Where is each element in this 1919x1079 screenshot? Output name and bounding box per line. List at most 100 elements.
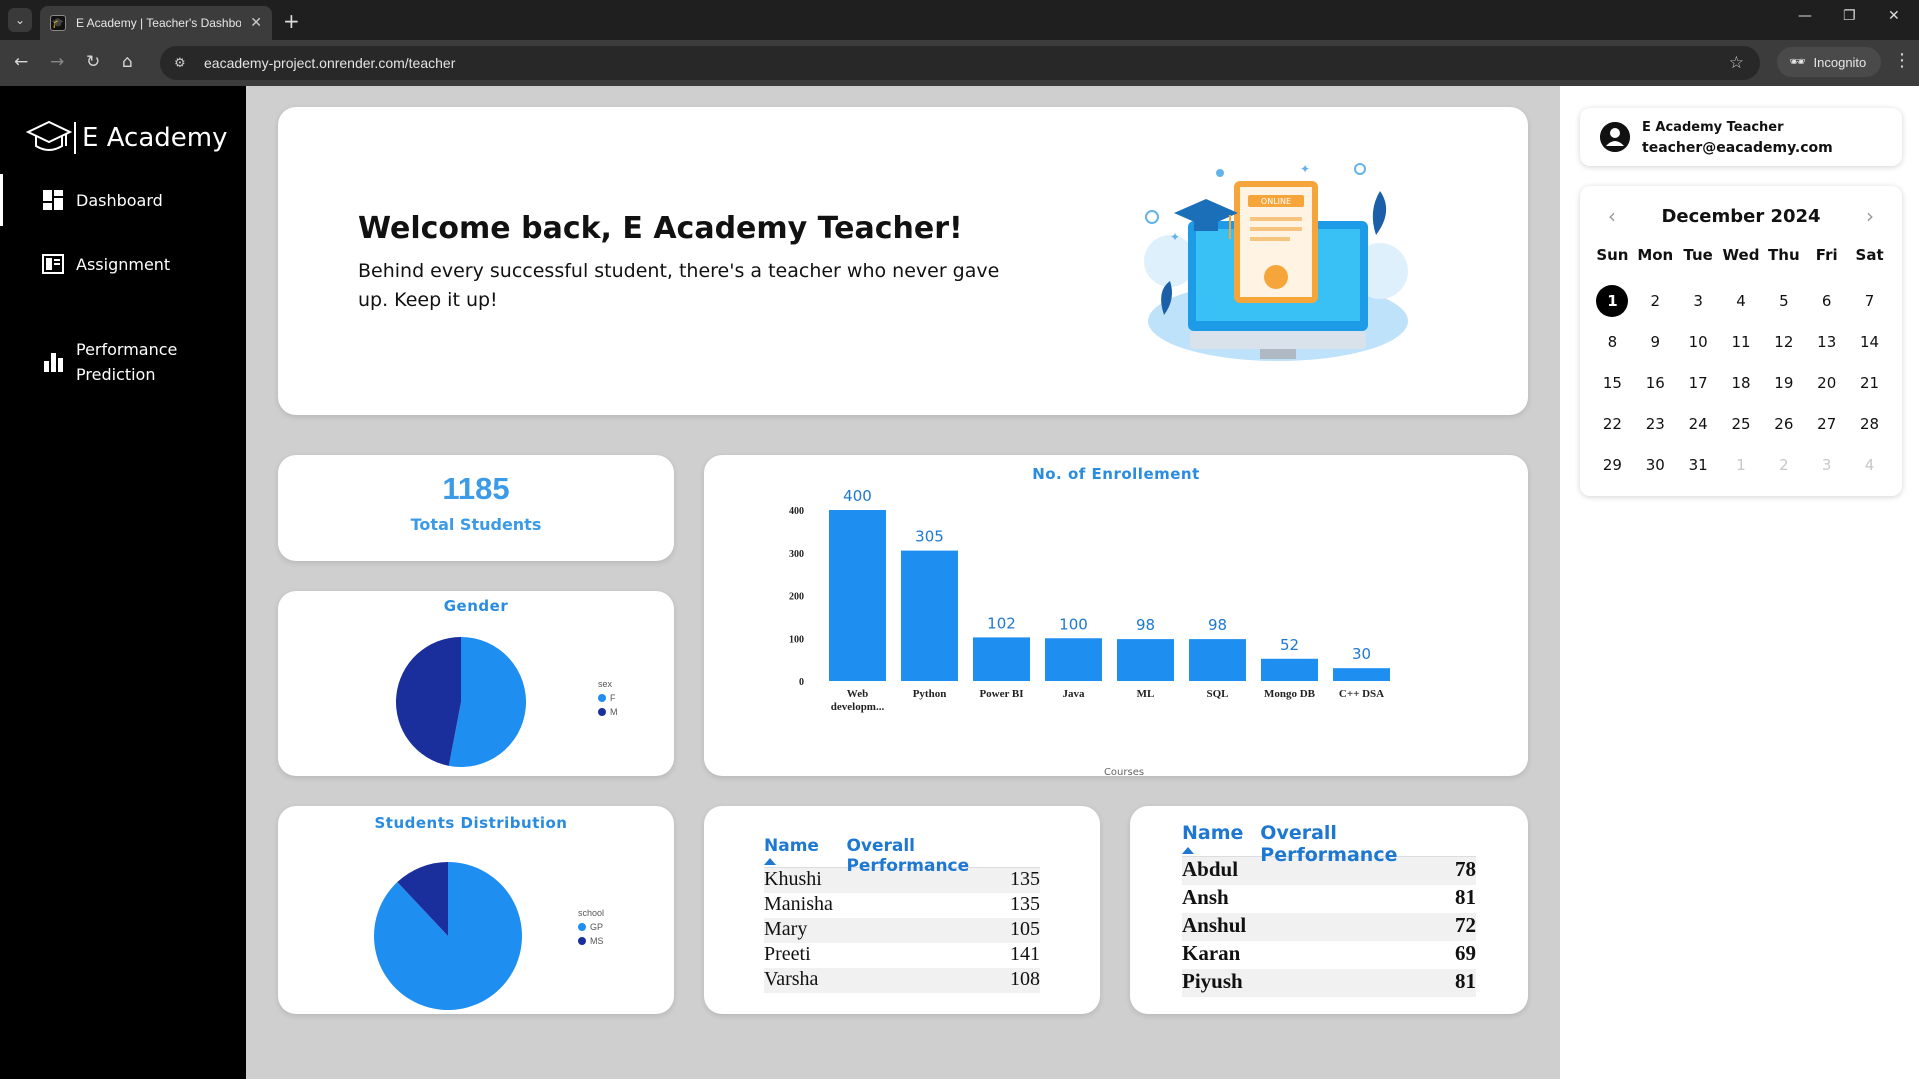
calendar-day[interactable]: 31 <box>1677 444 1720 485</box>
calendar-day[interactable]: 6 <box>1805 280 1848 321</box>
welcome-subtitle: Behind every successful student, there's… <box>358 260 1000 311</box>
cell-name: Preeti <box>764 943 811 965</box>
bar <box>973 637 1030 681</box>
calendar-day[interactable]: 29 <box>1591 444 1634 485</box>
window-close-icon[interactable]: ✕ <box>1888 8 1900 24</box>
forward-icon[interactable]: → <box>50 52 64 72</box>
cell-name: Varsha <box>764 968 819 990</box>
profile-card[interactable]: E Academy Teacher teacher@eacademy.com <box>1580 108 1902 166</box>
table-body: Abdul 78 Ansh 81 Anshul 72 Karan 69 Piyush 81 <box>1182 856 1476 997</box>
calendar-day[interactable]: 27 <box>1805 403 1848 444</box>
calendar-day-next-month[interactable]: 3 <box>1805 444 1848 485</box>
calendar-day[interactable]: 21 <box>1848 362 1891 403</box>
calendar-day[interactable]: 19 <box>1762 362 1805 403</box>
calendar-day[interactable]: 3 <box>1677 280 1720 321</box>
restore-icon[interactable]: ❐ <box>1843 8 1856 24</box>
x-tick-label: Mongo DB <box>1264 688 1316 700</box>
x-tick-label: developm... <box>831 701 885 713</box>
browser-tabbar: ⌄ 🎓 E Academy | Teacher's Dashboard ✕ + … <box>0 0 1919 40</box>
legend-dot <box>598 694 606 702</box>
column-header-name[interactable]: Name <box>764 836 846 860</box>
url-text[interactable]: eacademy-project.onrender.com/teacher <box>204 55 455 71</box>
legend-label: MS <box>590 936 604 946</box>
profile-name: E Academy Teacher <box>1642 120 1784 135</box>
home-icon[interactable]: ⌂ <box>122 52 133 72</box>
cell-score: 81 <box>1455 885 1476 909</box>
right-panel: E Academy Teacher teacher@eacademy.com ‹… <box>1560 86 1919 1079</box>
reload-icon[interactable]: ↻ <box>86 52 100 72</box>
table-row: Ansh 81 <box>1182 885 1476 913</box>
cell-score: 69 <box>1455 941 1476 965</box>
total-students-label: Total Students <box>410 515 542 534</box>
brand-logo[interactable]: E Academy <box>26 118 227 158</box>
browser-menu-icon[interactable]: ⋮ <box>1893 50 1911 71</box>
sidebar-item-assignment[interactable]: Assignment <box>0 242 246 286</box>
calendar-day[interactable]: 2 <box>1634 280 1677 321</box>
address-bar[interactable]: ⚙ eacademy-project.onrender.com/teacher … <box>160 46 1760 80</box>
bar-chart-icon <box>44 353 63 372</box>
cell-name: Ansh <box>1182 885 1229 909</box>
calendar-day[interactable]: 17 <box>1677 362 1720 403</box>
calendar-day[interactable]: 14 <box>1848 321 1891 362</box>
tab-search-chevron-icon[interactable]: ⌄ <box>8 8 32 32</box>
legend-dot <box>598 708 606 716</box>
distribution-legend: school GP MS <box>578 908 604 946</box>
calendar-day[interactable]: 20 <box>1805 362 1848 403</box>
column-header-performance[interactable]: Overall Performance <box>846 836 1040 876</box>
calendar-day[interactable]: 22 <box>1591 403 1634 444</box>
calendar-day[interactable]: 16 <box>1634 362 1677 403</box>
sidebar-item-dashboard[interactable]: Dashboard <box>0 174 246 226</box>
cell-score: 78 <box>1455 857 1476 881</box>
performance-table-2-card: Name Overall Performance Abdul 78 Ansh 81 … <box>1130 806 1528 1014</box>
cell-score: 72 <box>1455 913 1476 937</box>
calendar-day[interactable]: 7 <box>1848 280 1891 321</box>
calendar-day[interactable]: 11 <box>1720 321 1763 362</box>
calendar-day[interactable]: 24 <box>1677 403 1720 444</box>
cell-score: 135 <box>1010 868 1040 890</box>
calendar-day[interactable]: 4 <box>1720 280 1763 321</box>
bar-value-label: 52 <box>1280 636 1299 654</box>
svg-text:✦: ✦ <box>1300 162 1310 176</box>
incognito-badge[interactable]: 🕶 Incognito <box>1777 47 1881 77</box>
gender-legend-title: sex <box>598 679 613 689</box>
bar <box>1117 639 1174 681</box>
column-header-performance[interactable]: Overall Performance <box>1260 822 1476 866</box>
back-icon[interactable]: ← <box>14 52 28 72</box>
dashboard-icon <box>43 190 63 210</box>
calendar-day[interactable]: 28 <box>1848 403 1891 444</box>
minimize-icon[interactable]: — <box>1798 8 1812 24</box>
calendar-day[interactable]: 12 <box>1762 321 1805 362</box>
site-info-icon[interactable]: ⚙ <box>174 56 194 71</box>
sidebar-item-performance-prediction[interactable]: Performance Prediction <box>0 336 246 388</box>
calendar-day-next-month[interactable]: 4 <box>1848 444 1891 485</box>
calendar-day[interactable]: 5 <box>1762 280 1805 321</box>
calendar-day[interactable]: 18 <box>1720 362 1763 403</box>
calendar-day[interactable]: 13 <box>1805 321 1848 362</box>
x-axis-label: Courses <box>1104 767 1144 776</box>
calendar-day-next-month[interactable]: 1 <box>1720 444 1763 485</box>
next-month-icon[interactable]: › <box>1866 204 1874 228</box>
calendar-day[interactable]: 23 <box>1634 403 1677 444</box>
calendar-day[interactable]: 26 <box>1762 403 1805 444</box>
column-header-name[interactable]: Name <box>1182 822 1260 850</box>
y-tick-label: 100 <box>789 634 804 645</box>
bookmark-star-icon[interactable]: ☆ <box>1729 53 1744 73</box>
calendar-day[interactable]: 10 <box>1677 321 1720 362</box>
bar-value-label: 98 <box>1136 616 1155 634</box>
calendar-day[interactable]: 9 <box>1634 321 1677 362</box>
calendar-day[interactable]: 1 <box>1591 280 1634 321</box>
new-tab-icon[interactable]: + <box>283 9 300 33</box>
online-course-illustration: ONLINE ✦ ✦ <box>1144 162 1408 361</box>
calendar-day[interactable]: 15 <box>1591 362 1634 403</box>
welcome-title: Welcome back, E Academy Teacher! <box>358 211 963 246</box>
tab-close-icon[interactable]: ✕ <box>250 15 262 31</box>
table-row: Karan 69 <box>1182 941 1476 969</box>
x-tick-label: C++ DSA <box>1339 688 1384 700</box>
calendar-day-next-month[interactable]: 2 <box>1762 444 1805 485</box>
x-tick-label: SQL <box>1206 688 1228 700</box>
bar-value-label: 30 <box>1352 645 1371 663</box>
calendar-day[interactable]: 25 <box>1720 403 1763 444</box>
calendar-day[interactable]: 8 <box>1591 321 1634 362</box>
calendar-day[interactable]: 30 <box>1634 444 1677 485</box>
browser-tab[interactable]: 🎓 E Academy | Teacher's Dashboard ✕ <box>40 6 272 40</box>
